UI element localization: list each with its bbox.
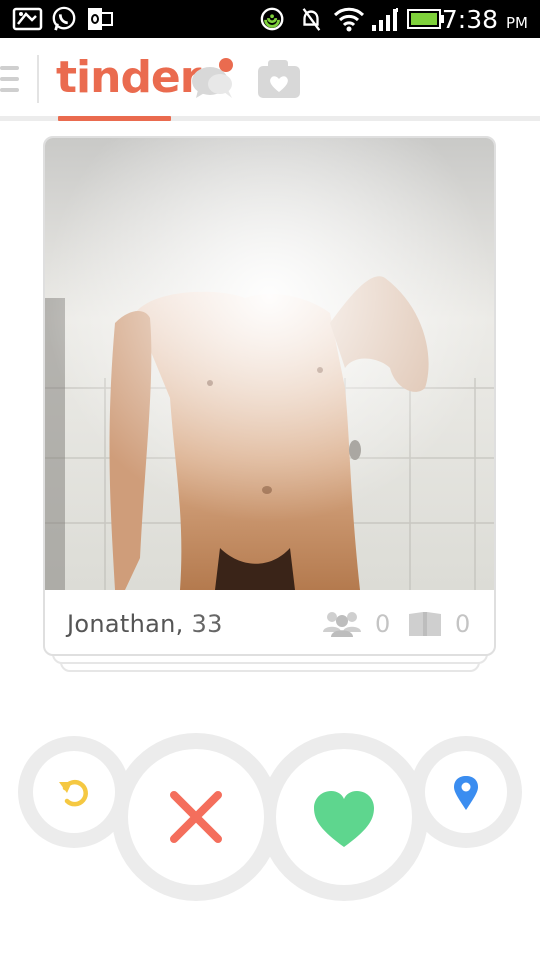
profile-age: 33 xyxy=(191,610,223,638)
active-tab-indicator xyxy=(58,116,171,121)
menu-icon[interactable] xyxy=(0,64,20,94)
moments-icon[interactable] xyxy=(256,58,302,100)
x-icon xyxy=(170,791,222,843)
tinder-logo-text: tinder xyxy=(56,52,201,103)
location-pin-icon xyxy=(454,776,478,810)
like-button[interactable] xyxy=(276,749,412,885)
outlook-icon xyxy=(88,8,113,30)
profile-card[interactable]: Jonathan, 33 0 0 xyxy=(43,136,496,656)
nav-separator xyxy=(37,55,39,103)
common-interests-icon xyxy=(409,612,441,636)
chat-icon[interactable] xyxy=(190,54,238,102)
common-interests-count: 0 xyxy=(455,610,471,638)
status-bar: 7:38 PM xyxy=(0,0,540,38)
rewind-icon xyxy=(59,779,88,807)
signal-icon xyxy=(372,8,398,31)
wifi-icon xyxy=(333,7,365,32)
status-clock: 7:38 PM xyxy=(441,5,528,34)
battery-icon xyxy=(407,9,444,29)
tinder-logo[interactable]: tinder xyxy=(56,50,201,106)
location-button[interactable] xyxy=(425,751,507,833)
whatsapp-icon xyxy=(52,6,76,31)
rewind-button[interactable] xyxy=(33,751,115,833)
common-friends-icon xyxy=(323,612,361,637)
common-friends-count: 0 xyxy=(375,610,391,638)
sync-icon xyxy=(260,7,284,31)
screenshot-icon xyxy=(12,7,43,31)
profile-card-info: Jonathan, 33 0 0 xyxy=(45,590,494,654)
profile-name-text: Jonathan, xyxy=(67,610,184,638)
heart-icon xyxy=(314,791,374,847)
nope-button[interactable] xyxy=(128,749,264,885)
mute-icon xyxy=(302,8,321,31)
profile-photo[interactable] xyxy=(45,138,494,590)
profile-name: Jonathan, 33 xyxy=(67,610,223,638)
